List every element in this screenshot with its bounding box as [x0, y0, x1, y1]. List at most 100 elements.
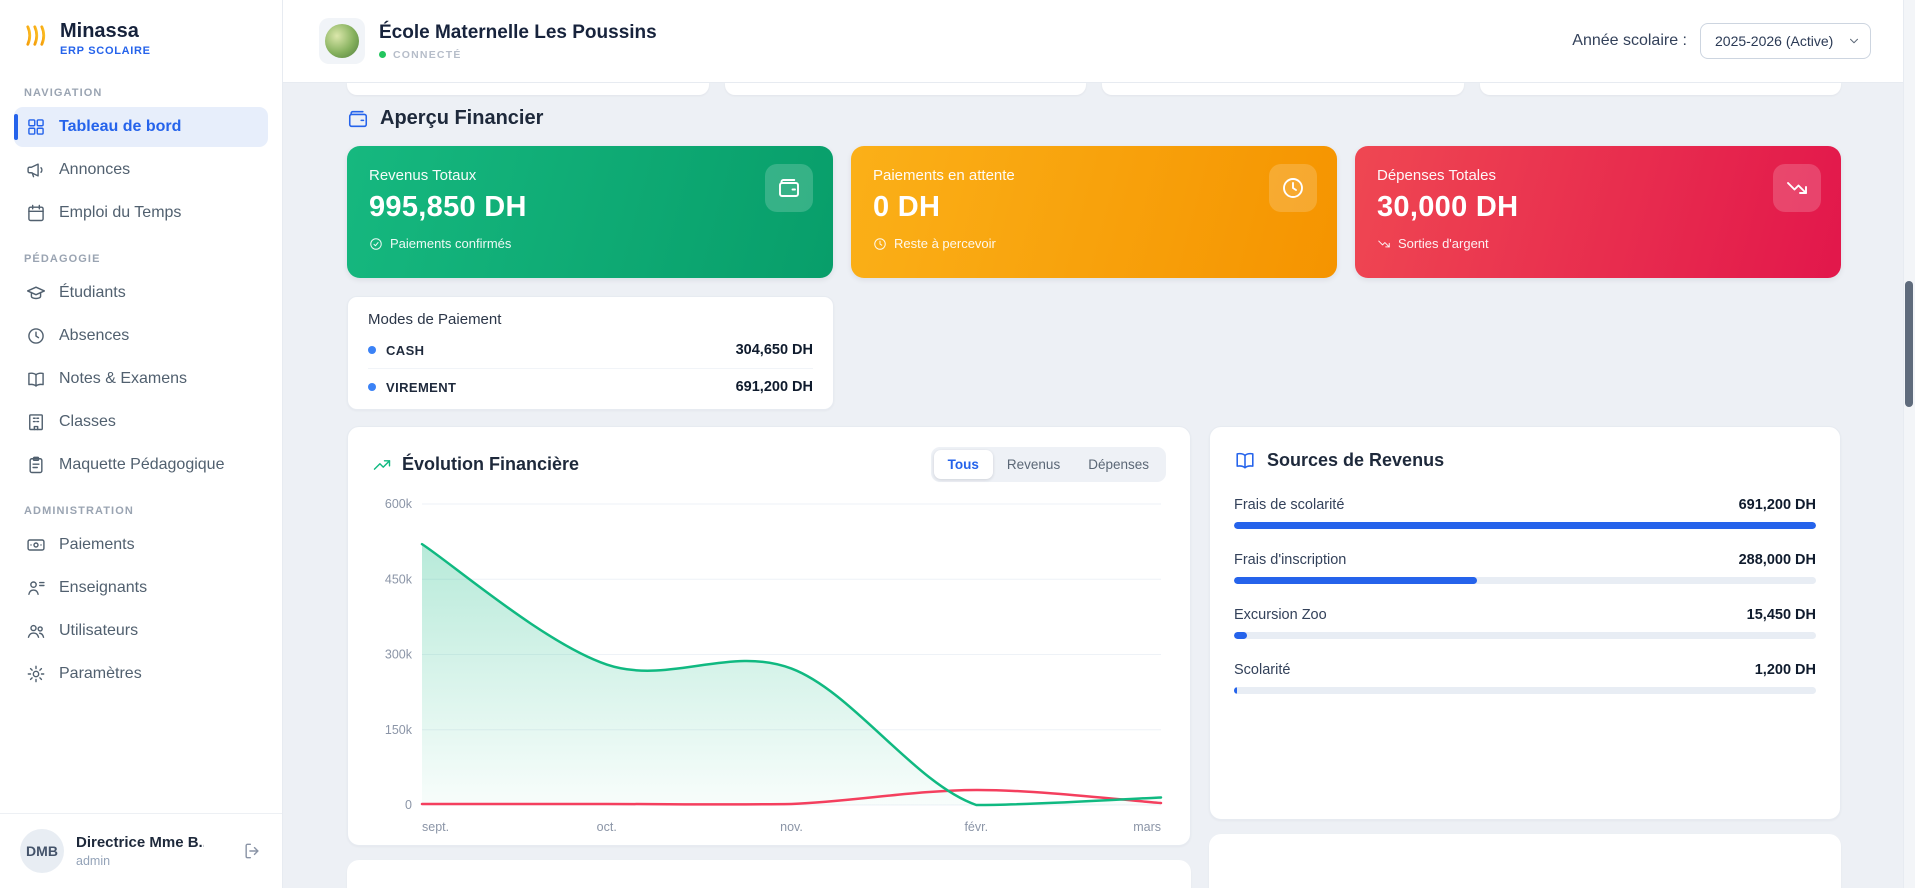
svg-text:sept.: sept.: [422, 820, 449, 834]
financial-overview-heading: Aperçu Financier: [347, 107, 1841, 130]
sidebar-item-maquette-pedagogique[interactable]: Maquette Pédagogique: [14, 445, 268, 485]
scrollbar-thumb[interactable]: [1905, 281, 1913, 407]
book-open-icon: [1234, 449, 1256, 471]
user-profile[interactable]: DMB Directrice Mme B... admin: [0, 813, 282, 888]
partial-card: [347, 860, 1191, 888]
svg-text:0: 0: [405, 798, 412, 812]
bullet-icon: [368, 346, 376, 354]
progress-fill: [1234, 577, 1477, 584]
school-year-select-wrap: 2025-2026 (Active): [1700, 23, 1871, 59]
svg-text:450k: 450k: [385, 572, 413, 586]
megaphone-icon: [26, 160, 46, 180]
sidebar-item-paiements[interactable]: Paiements: [14, 525, 268, 565]
payment-mode-row: VIREMENT 691,200 DH: [368, 369, 813, 405]
stat-value: 995,850 DH: [369, 191, 527, 223]
wallet-icon: [765, 164, 813, 212]
stat-cards-row: Revenus Totaux 995,850 DH Paiements conf…: [347, 146, 1841, 278]
sidebar-item-classes[interactable]: Classes: [14, 402, 268, 442]
clock-icon: [873, 237, 887, 251]
sidebar-nav: NAVIGATION Tableau de bord Annonces Empl…: [0, 67, 282, 813]
svg-text:300k: 300k: [385, 648, 413, 662]
financial-evolution-chart: 600k 450k 300k 150k 0 sept. oct. nov. févr. mars: [385, 497, 1163, 834]
nav-item-label: Utilisateurs: [59, 622, 139, 639]
sidebar-item-annonces[interactable]: Annonces: [14, 150, 268, 190]
stat-card-depenses-totales: Dépenses Totales 30,000 DH Sorties d'arg…: [1355, 146, 1841, 278]
sidebar-item-tableau-de-bord[interactable]: Tableau de bord: [14, 107, 268, 147]
sidebar-item-utilisateurs[interactable]: Utilisateurs: [14, 611, 268, 651]
revenue-sources-title: Sources de Revenus: [1267, 449, 1445, 470]
school-name: École Maternelle Les Poussins: [379, 21, 657, 43]
chart-header: Évolution Financière Tous Revenus Dépens…: [372, 447, 1166, 482]
chart-filter-tabs: Tous Revenus Dépenses: [930, 447, 1166, 482]
grid-icon: [26, 117, 46, 137]
revenue-source-item: Excursion Zoo 15,450 DH: [1234, 607, 1816, 639]
sidebar-item-absences[interactable]: Absences: [14, 316, 268, 356]
nav-item-label: Notes & Examens: [59, 370, 188, 387]
stat-value: 0 DH: [873, 191, 941, 223]
wallet-icon: [347, 108, 369, 130]
revenue-source-row: Frais d'inscription 288,000 DH: [1234, 552, 1816, 568]
brand-subtitle: ERP SCOLAIRE: [60, 45, 151, 57]
sidebar-item-enseignants[interactable]: Enseignants: [14, 568, 268, 608]
stat-note-text: Paiements confirmés: [390, 236, 512, 251]
sidebar-item-emploi-du-temps[interactable]: Emploi du Temps: [14, 193, 268, 233]
revenue-source-label: Frais d'inscription: [1234, 552, 1347, 568]
svg-text:mars: mars: [1133, 820, 1161, 834]
svg-text:févr.: févr.: [964, 820, 988, 834]
status-dot-icon: [379, 51, 386, 58]
nav-item-label: Tableau de bord: [59, 118, 182, 135]
sidebar: Minassa ERP SCOLAIRE NAVIGATION Tableau …: [0, 0, 283, 888]
brand-name: Minassa: [60, 20, 139, 42]
chart-title: Évolution Financière: [402, 454, 580, 474]
right-column: Sources de Revenus Frais de scolarité 69…: [1209, 426, 1841, 888]
school-year-select[interactable]: 2025-2026 (Active): [1700, 23, 1871, 59]
revenue-source-item: Scolarité 1,200 DH: [1234, 662, 1816, 694]
sidebar-item-notes-examens[interactable]: Notes & Examens: [14, 359, 268, 399]
revenue-source-row: Frais de scolarité 691,200 DH: [1234, 497, 1816, 513]
progress-fill: [1234, 632, 1247, 639]
revenue-sources-header: Sources de Revenus: [1234, 449, 1816, 471]
revenue-sources-card: Sources de Revenus Frais de scolarité 69…: [1209, 426, 1841, 820]
logout-icon[interactable]: [242, 841, 262, 861]
partial-card: [347, 83, 709, 95]
progress-fill: [1234, 687, 1237, 694]
top-header: École Maternelle Les Poussins CONNECTÉ A…: [283, 0, 1915, 83]
revenue-source-item: Frais de scolarité 691,200 DH: [1234, 497, 1816, 529]
payment-mode-row: CASH 304,650 DH: [368, 332, 813, 369]
chart-body: 600k 450k 300k 150k 0 sept. oct. nov. févr. mars: [372, 488, 1166, 843]
nav-item-label: Annonces: [59, 161, 131, 178]
users-icon: [26, 621, 46, 641]
columns-row: Évolution Financière Tous Revenus Dépens…: [347, 426, 1841, 888]
tab-depenses[interactable]: Dépenses: [1074, 450, 1163, 479]
main-area: École Maternelle Les Poussins CONNECTÉ A…: [283, 0, 1915, 888]
trending-down-icon: [1773, 164, 1821, 212]
payment-mode-value: 304,650 DH: [735, 342, 813, 358]
progress-track: [1234, 687, 1816, 694]
stat-label: Dépenses Totales: [1377, 167, 1496, 184]
nav-item-label: Enseignants: [59, 579, 148, 596]
svg-text:oct.: oct.: [597, 820, 617, 834]
revenue-source-value: 1,200 DH: [1754, 662, 1816, 678]
payment-mode-label: CASH: [386, 342, 425, 358]
stat-card-paiements-en-attente: Paiements en attente 0 DH Reste à percev…: [851, 146, 1337, 278]
partial-card: [1479, 83, 1841, 95]
user-name: Directrice Mme B...: [76, 834, 204, 851]
tab-revenus[interactable]: Revenus: [993, 450, 1074, 479]
revenue-source-value: 288,000 DH: [1738, 552, 1816, 568]
stat-note: Paiements confirmés: [369, 236, 811, 251]
revenue-source-label: Excursion Zoo: [1234, 607, 1327, 623]
sidebar-item-parametres[interactable]: Paramètres: [14, 654, 268, 694]
progress-fill: [1234, 522, 1816, 529]
school-block: École Maternelle Les Poussins CONNECTÉ: [319, 18, 657, 64]
stat-note-text: Sorties d'argent: [1398, 236, 1489, 251]
payment-modes-card: Modes de Paiement CASH 304,650 DH VIREME…: [347, 296, 834, 410]
school-logo-icon: [325, 24, 359, 58]
vertical-scrollbar[interactable]: [1903, 0, 1915, 888]
payment-mode-value: 691,200 DH: [735, 379, 813, 395]
banknote-icon: [26, 535, 46, 555]
sidebar-item-etudiants[interactable]: Étudiants: [14, 273, 268, 313]
payment-modes-title: Modes de Paiement: [368, 311, 502, 328]
left-column: Évolution Financière Tous Revenus Dépens…: [347, 426, 1191, 888]
section-title: Aperçu Financier: [380, 107, 544, 129]
tab-tous[interactable]: Tous: [933, 450, 993, 479]
